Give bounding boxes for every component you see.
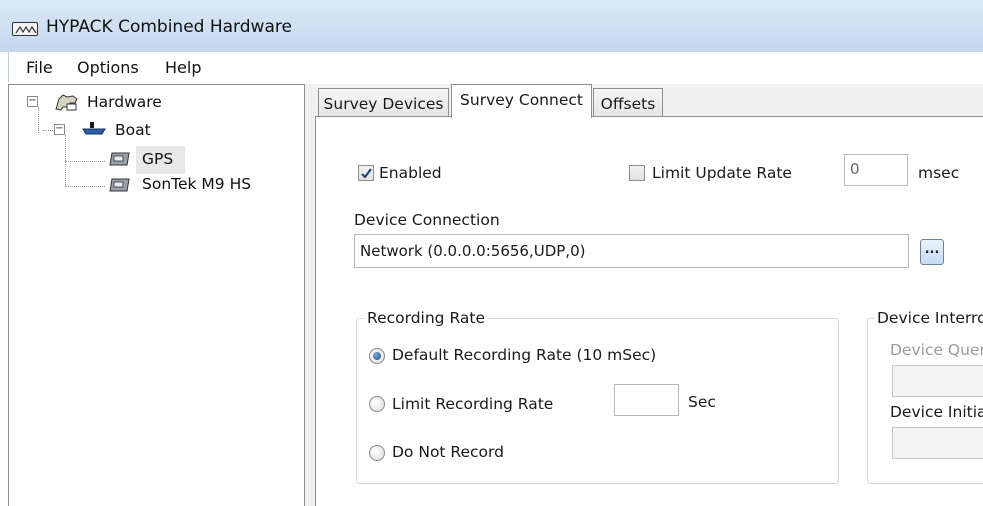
survey-connect-panel: Enabled Limit Update Rate 0 msec Device … — [315, 116, 983, 506]
device-interrogation-title: Device Interro — [874, 309, 983, 327]
limit-recording-rate-radio[interactable] — [369, 396, 385, 412]
boat-icon — [81, 120, 107, 142]
menu-bar: File Options Help — [8, 52, 983, 82]
tab-label: Survey Connect — [460, 91, 583, 109]
panel-splitter[interactable] — [305, 84, 315, 506]
hardware-tree: − Hardware − Boat GPS SonTek M9 HS — [8, 84, 305, 506]
limit-recording-rate-unit: Sec — [688, 393, 716, 411]
tab-survey-connect[interactable]: Survey Connect — [451, 84, 592, 118]
tab-label: Survey Devices — [323, 95, 444, 113]
limit-update-rate-checkbox[interactable] — [629, 165, 645, 181]
default-recording-rate-radio[interactable] — [369, 348, 385, 364]
collapse-icon[interactable]: − — [27, 96, 38, 107]
device-connection-field[interactable]: Network (0.0.0.0:5656,UDP,0) — [354, 234, 909, 268]
tree-node-gps[interactable]: GPS — [9, 146, 299, 170]
tab-offsets[interactable]: Offsets — [593, 88, 663, 118]
tree-label-boat: Boat — [115, 121, 151, 139]
tab-survey-devices[interactable]: Survey Devices — [318, 88, 449, 118]
tab-label: Offsets — [600, 95, 656, 113]
tree-label-sontek: SonTek M9 HS — [142, 175, 252, 193]
checkmark-icon — [361, 168, 372, 179]
menu-help[interactable]: Help — [165, 58, 201, 77]
hypack-app-icon — [12, 22, 38, 36]
do-not-record-label: Do Not Record — [392, 443, 504, 461]
window-title: HYPACK Combined Hardware — [46, 17, 292, 37]
title-bar: HYPACK Combined Hardware — [0, 0, 983, 52]
recording-rate-title: Recording Rate — [364, 309, 488, 327]
update-rate-unit: msec — [918, 164, 960, 182]
limit-update-rate-label: Limit Update Rate — [652, 164, 792, 182]
tree-node-sontek[interactable]: SonTek M9 HS — [9, 174, 299, 198]
tree-label-hardware: Hardware — [87, 93, 162, 111]
device-init-input[interactable] — [892, 427, 983, 459]
device-connection-label: Device Connection — [354, 211, 500, 229]
tree-label-gps: GPS — [142, 150, 174, 168]
do-not-record-radio[interactable] — [369, 445, 385, 461]
browse-connection-button[interactable]: ... — [920, 239, 944, 265]
tree-node-hardware[interactable]: − Hardware — [9, 91, 299, 115]
device-query-label: Device Quer — [890, 341, 983, 359]
update-rate-input[interactable]: 0 — [844, 154, 908, 186]
menu-options[interactable]: Options — [77, 58, 139, 77]
hardware-dog-icon — [53, 91, 81, 117]
device-query-input[interactable] — [892, 365, 983, 397]
menu-file[interactable]: File — [26, 58, 53, 77]
tree-node-boat[interactable]: − Boat — [9, 118, 299, 142]
device-icon — [107, 149, 131, 173]
default-recording-rate-label: Default Recording Rate (10 mSec) — [392, 346, 657, 364]
enabled-checkbox[interactable] — [358, 165, 374, 181]
limit-recording-rate-input[interactable] — [614, 384, 679, 416]
limit-recording-rate-label: Limit Recording Rate — [392, 395, 554, 413]
collapse-icon[interactable]: − — [54, 124, 65, 135]
device-icon — [107, 175, 131, 199]
device-init-label: Device Initial — [890, 403, 983, 421]
enabled-label: Enabled — [379, 164, 442, 182]
